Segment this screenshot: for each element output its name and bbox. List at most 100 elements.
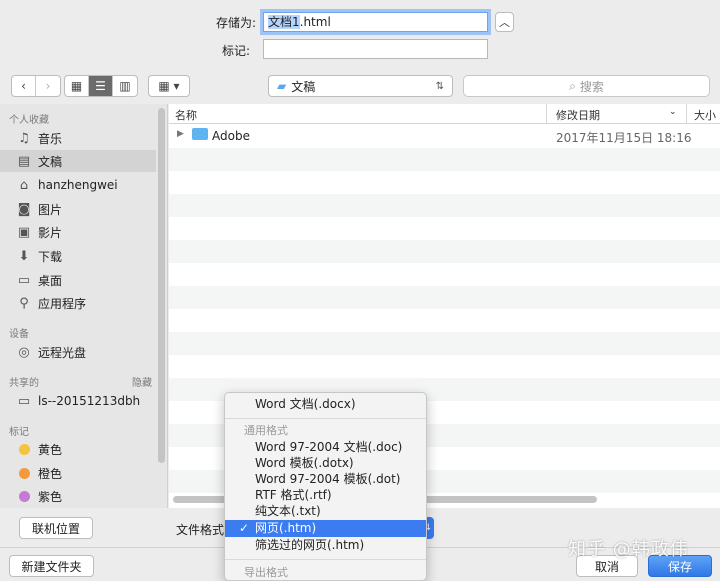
sidebar-item-movies[interactable]: ▣ 影片 xyxy=(0,221,156,243)
sidebar-item-music[interactable]: ♫ 音乐 xyxy=(0,127,156,149)
disc-icon: ◎ xyxy=(18,344,30,360)
column-modified[interactable]: 修改日期 xyxy=(556,107,600,123)
menu-item-htm[interactable]: ✓ 网页(.htm) xyxy=(225,520,426,537)
tags-label: 标记: xyxy=(221,44,250,58)
location-label: 文稿 xyxy=(291,79,316,94)
monitor-icon: ▭ xyxy=(17,393,31,409)
menu-item-doc[interactable]: Word 97-2004 文档(.doc) xyxy=(225,439,426,456)
sidebar-item-label: 橙色 xyxy=(38,466,63,481)
sidebar-item-home[interactable]: ⌂ hanzhengwei xyxy=(0,174,156,196)
forward-button[interactable]: › xyxy=(36,76,60,96)
menu-item-label: 网页(.htm) xyxy=(255,521,317,535)
arrange-button[interactable]: ▦ ▾ xyxy=(148,75,190,97)
collapse-dialog-button[interactable]: ︿ xyxy=(495,12,514,32)
menu-header-export: 导出格式 xyxy=(244,566,288,579)
applications-icon: ⚲ xyxy=(19,295,29,311)
shared-hide-button[interactable]: 隐藏 xyxy=(132,374,152,389)
watermark: 知乎 @韩政伟 xyxy=(568,539,689,560)
shared-header: 共享的 xyxy=(9,378,39,389)
sidebar-item-label: 远程光盘 xyxy=(38,345,87,360)
sidebar-item-label: 黄色 xyxy=(38,442,63,457)
menu-item-dot[interactable]: Word 97-2004 模板(.dot) xyxy=(225,471,426,488)
sidebar-item-label: 图片 xyxy=(38,202,63,217)
download-icon: ⬇ xyxy=(18,248,30,264)
column-view-button[interactable]: ▥ xyxy=(113,76,137,96)
file-list-header: 名称 修改日期 ⌄ 大小 xyxy=(169,104,720,124)
sidebar-item-downloads[interactable]: ⬇ 下载 xyxy=(0,245,156,267)
format-menu: Word 文档(.docx) 通用格式 Word 97-2004 文档(.doc… xyxy=(224,392,427,581)
sidebar-item-pictures[interactable]: ◙ 图片 xyxy=(0,198,156,220)
folder-icon xyxy=(192,128,208,140)
search-placeholder: 搜索 xyxy=(579,79,604,94)
search-field[interactable]: ⌕ 搜索 xyxy=(463,75,710,97)
sidebar-item-label: hanzhengwei xyxy=(38,178,118,192)
sidebar-item-remote-disc[interactable]: ◎ 远程光盘 xyxy=(0,341,156,363)
grid-icon: ▦ xyxy=(70,79,83,93)
filename-field[interactable]: 文档1.html xyxy=(263,12,488,32)
chevron-right-icon: › xyxy=(45,79,51,93)
folder-icon: ▰ xyxy=(277,79,287,93)
menu-item-dotx[interactable]: Word 模板(.dotx) xyxy=(225,455,426,472)
menu-item-txt[interactable]: 纯文本(.txt) xyxy=(225,503,426,520)
desktop-icon: ▭ xyxy=(17,272,31,288)
tags-header: 标记 xyxy=(9,427,29,438)
sidebar-item-label: 文稿 xyxy=(38,154,63,169)
column-size[interactable]: 大小 xyxy=(694,107,716,123)
sidebar-item-desktop[interactable]: ▭ 桌面 xyxy=(0,269,156,291)
location-popup[interactable]: ▰ 文稿 ⇅ xyxy=(268,75,453,97)
sidebar-scrollbar[interactable] xyxy=(158,108,165,463)
document-icon: ▤ xyxy=(17,153,31,169)
back-button[interactable]: ‹ xyxy=(12,76,36,96)
sidebar-item-applications[interactable]: ⚲ 应用程序 xyxy=(0,292,156,314)
updown-chevron-icon: ⇅ xyxy=(435,80,444,92)
arrange-icon: ▦ ▾ xyxy=(158,79,180,93)
list-icon: ☰ xyxy=(95,79,106,93)
sidebar-item-label: 紫色 xyxy=(38,489,63,504)
menu-item-docx[interactable]: Word 文档(.docx) xyxy=(225,396,426,413)
view-mode-buttons: ▦ ☰ ▥ xyxy=(64,75,138,97)
checkmark-icon: ✓ xyxy=(239,521,250,535)
icon-view-button[interactable]: ▦ xyxy=(65,76,89,96)
filename-selected-text: 文档1 xyxy=(268,15,300,29)
online-locations-button[interactable]: 联机位置 xyxy=(19,517,93,539)
file-name: Adobe xyxy=(212,129,250,143)
back-forward-buttons: ‹ › xyxy=(11,75,61,97)
search-icon: ⌕ xyxy=(569,78,576,93)
sidebar-item-documents[interactable]: ▤ 文稿 xyxy=(0,150,156,172)
camera-icon: ◙ xyxy=(17,201,31,217)
file-format-label: 文件格式 xyxy=(176,523,225,537)
chevron-up-icon: ︿ xyxy=(499,16,510,29)
file-modified: 2017年11月15日 18:16 xyxy=(556,131,692,145)
sidebar-item-tag-purple[interactable]: 紫色 xyxy=(0,485,156,507)
sidebar-item-tag-orange[interactable]: 橙色 xyxy=(0,462,156,484)
new-folder-button[interactable]: 新建文件夹 xyxy=(9,555,94,577)
devices-header: 设备 xyxy=(9,329,29,340)
sidebar-item-label: ls--20151213dbh xyxy=(38,394,141,408)
home-icon: ⌂ xyxy=(19,177,29,193)
favorites-header: 个人收藏 xyxy=(9,115,49,126)
sidebar-item-label: 影片 xyxy=(38,225,63,240)
chevron-left-icon: ‹ xyxy=(21,79,26,93)
sidebar-item-label: 应用程序 xyxy=(38,296,87,311)
column-name[interactable]: 名称 xyxy=(175,107,197,123)
list-view-button[interactable]: ☰ xyxy=(89,76,113,96)
menu-item-filtered-htm[interactable]: 筛选过的网页(.htm) xyxy=(225,537,426,554)
menu-item-rtf[interactable]: RTF 格式(.rtf) xyxy=(225,487,426,504)
sidebar: 个人收藏 ♫ 音乐 ▤ 文稿 ⌂ hanzhengwei ◙ 图片 ▣ 影片 ⬇… xyxy=(0,104,168,508)
music-icon: ♫ xyxy=(18,130,30,146)
sort-chevron-icon: ⌄ xyxy=(669,107,677,117)
save-as-label: 存储为: xyxy=(215,16,256,30)
tag-dot-icon xyxy=(18,490,30,502)
tags-field[interactable] xyxy=(263,39,488,59)
disclosure-triangle-icon[interactable]: ▶ xyxy=(177,129,184,139)
sidebar-item-shared-computer[interactable]: ▭ ls--20151213dbh xyxy=(0,390,156,412)
filename-extension-text: .html xyxy=(299,15,331,29)
sidebar-item-label: 下载 xyxy=(38,249,63,264)
sidebar-item-label: 音乐 xyxy=(38,131,63,146)
sidebar-item-tag-yellow[interactable]: 黄色 xyxy=(0,438,156,460)
sidebar-item-label: 桌面 xyxy=(38,273,63,288)
columns-icon: ▥ xyxy=(119,79,131,93)
tag-dot-icon xyxy=(18,443,30,455)
table-row[interactable]: ▶ Adobe 2017年11月15日 18:16 xyxy=(169,125,720,148)
menu-header-common: 通用格式 xyxy=(244,424,288,437)
